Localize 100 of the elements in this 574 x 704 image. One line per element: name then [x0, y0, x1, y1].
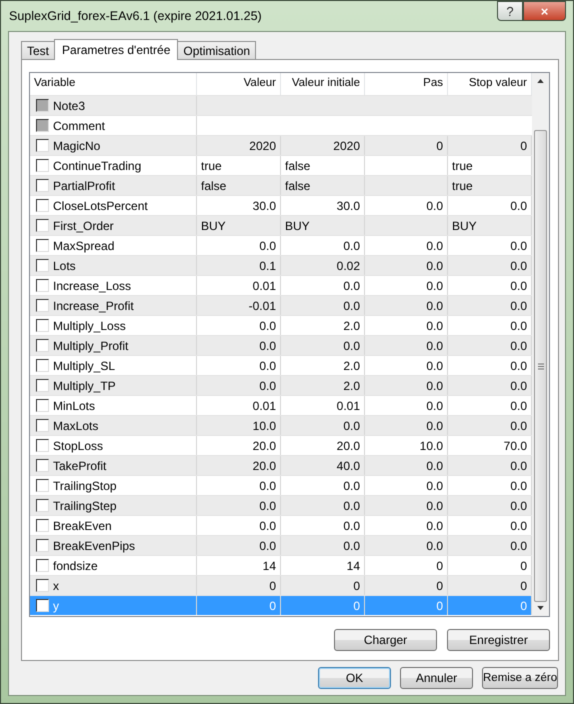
table-row[interactable]: x 0 0 0 0	[30, 575, 532, 595]
checkbox[interactable]	[36, 179, 49, 192]
checkbox[interactable]	[36, 439, 49, 452]
checkbox[interactable]	[36, 599, 49, 612]
table-row[interactable]: Increase_Profit -0.01 0.0 0.0 0.0	[30, 295, 532, 315]
table-row[interactable]: BreakEvenPips 0.0 0.0 0.0 0.0	[30, 535, 532, 555]
table-cell: 0	[436, 139, 443, 153]
table-cell: 0.0	[426, 539, 443, 553]
variable-name: BreakEvenPips	[53, 538, 136, 552]
checkbox[interactable]	[36, 559, 49, 572]
dialog-button[interactable]: Remise a zéro	[482, 667, 558, 689]
checkbox[interactable]	[36, 119, 49, 132]
variable-name: Increase_Profit	[53, 298, 134, 312]
table-cell: 0.0	[259, 379, 276, 393]
variable-name: MaxSpread	[53, 238, 114, 252]
window-title: SuplexGrid_forex-EAv6.1 (expire 2021.01.25)	[8, 9, 262, 23]
dialog-button[interactable]: Annuler	[400, 667, 473, 689]
table-cell: 0	[436, 599, 443, 613]
table-cell: 0.0	[426, 199, 443, 213]
table-cell: 0.0	[343, 279, 360, 293]
table-cell: BUY	[201, 219, 226, 233]
table-cell: 0.0	[510, 279, 527, 293]
checkbox[interactable]	[36, 339, 49, 352]
table-cell: 0	[520, 579, 527, 593]
checkbox[interactable]	[36, 379, 49, 392]
table-row[interactable]: PartialProfit false false true	[30, 175, 532, 195]
table-cell: 0.0	[259, 319, 276, 333]
table-row[interactable]: MagicNo 2020 2020 0 0	[30, 135, 532, 155]
variable-name: MinLots	[53, 398, 96, 412]
checkbox[interactable]	[36, 499, 49, 512]
checkbox[interactable]	[36, 359, 49, 372]
variable-name: BreakEven	[53, 518, 112, 532]
table-cell: 0.0	[426, 399, 443, 413]
table-row[interactable]: Multiply_TP 0.0 2.0 0.0 0.0	[30, 375, 532, 395]
table-cell: 0.0	[510, 239, 527, 253]
table-row[interactable]: Note3	[30, 95, 532, 115]
tab[interactable]: Optimisation	[177, 41, 256, 59]
checkbox[interactable]	[36, 219, 49, 232]
table-cell: 0.0	[426, 279, 443, 293]
help-button[interactable]: ?	[497, 1, 523, 21]
variable-name: x	[53, 578, 59, 592]
table-row[interactable]: Multiply_Profit 0.0 0.0 0.0 0.0	[30, 335, 532, 355]
table-cell: 0.0	[510, 419, 527, 433]
table-cell: 0.0	[259, 499, 276, 513]
checkbox[interactable]	[36, 399, 49, 412]
checkbox[interactable]	[36, 479, 49, 492]
variable-name: StopLoss	[53, 438, 104, 452]
checkbox[interactable]	[36, 259, 49, 272]
table-cell: 0	[436, 559, 443, 573]
table-row[interactable]: TrailingStep 0.0 0.0 0.0 0.0	[30, 495, 532, 515]
table-cell: 30.0	[336, 199, 360, 213]
table-cell: 0.0	[426, 359, 443, 373]
checkbox[interactable]	[36, 419, 49, 432]
variable-name: Increase_Loss	[53, 278, 132, 292]
table-cell: 0.0	[259, 479, 276, 493]
table-row[interactable]: TakeProfit 20.0 40.0 0.0 0.0	[30, 455, 532, 475]
table-cell: 10.0	[420, 439, 443, 453]
tab[interactable]: Test	[21, 41, 56, 59]
checkbox[interactable]	[36, 199, 49, 212]
variable-name: TrailingStep	[53, 498, 117, 512]
table-cell: 70.0	[504, 439, 527, 453]
table-row[interactable]: MaxLots 10.0 0.0 0.0 0.0	[30, 415, 532, 435]
table-row[interactable]: Lots 0.1 0.02 0.0 0.0	[30, 255, 532, 275]
table-cell: 20.0	[336, 439, 360, 453]
scrollbar[interactable]	[532, 73, 549, 616]
variable-name: TakeProfit	[53, 458, 106, 472]
checkbox[interactable]	[36, 279, 49, 292]
table-cell: false	[285, 179, 310, 193]
checkbox[interactable]	[36, 239, 49, 252]
dialog-button[interactable]: OK	[318, 667, 391, 689]
variable-name: Multiply_SL	[53, 358, 116, 372]
table-cell: 10.0	[252, 419, 276, 433]
scroll-up-arrow-icon[interactable]	[537, 79, 544, 83]
table-cell: 0	[353, 579, 360, 593]
table-cell: 0.0	[510, 459, 527, 473]
panel-button[interactable]: Charger	[334, 629, 437, 651]
checkbox[interactable]	[36, 459, 49, 472]
table-cell: 0.0	[510, 519, 527, 533]
variable-name: Multiply_Profit	[53, 338, 128, 352]
table-cell: BUY	[285, 219, 310, 233]
checkbox[interactable]	[36, 139, 49, 152]
checkbox[interactable]	[36, 99, 49, 112]
scroll-down-arrow-icon[interactable]	[537, 606, 544, 610]
table-cell: 0.01	[336, 399, 360, 413]
panel-button[interactable]: Enregistrer	[447, 629, 550, 651]
table-cell: 0.0	[426, 339, 443, 353]
table-cell: 0	[520, 599, 527, 613]
checkbox[interactable]	[36, 319, 49, 332]
table-cell: BUY	[452, 219, 477, 233]
table-cell: 0.0	[426, 459, 443, 473]
table-cell: 0.0	[343, 239, 360, 253]
tab[interactable]: Parametres d'entrée	[54, 39, 178, 60]
table-cell: false	[201, 179, 226, 193]
checkbox[interactable]	[36, 519, 49, 532]
variable-name: fondsize	[53, 558, 98, 572]
checkbox[interactable]	[36, 159, 49, 172]
checkbox[interactable]	[36, 539, 49, 552]
checkbox[interactable]	[36, 579, 49, 592]
checkbox[interactable]	[36, 299, 49, 312]
table-row[interactable]: First_Order BUY BUY BUY	[30, 215, 532, 235]
